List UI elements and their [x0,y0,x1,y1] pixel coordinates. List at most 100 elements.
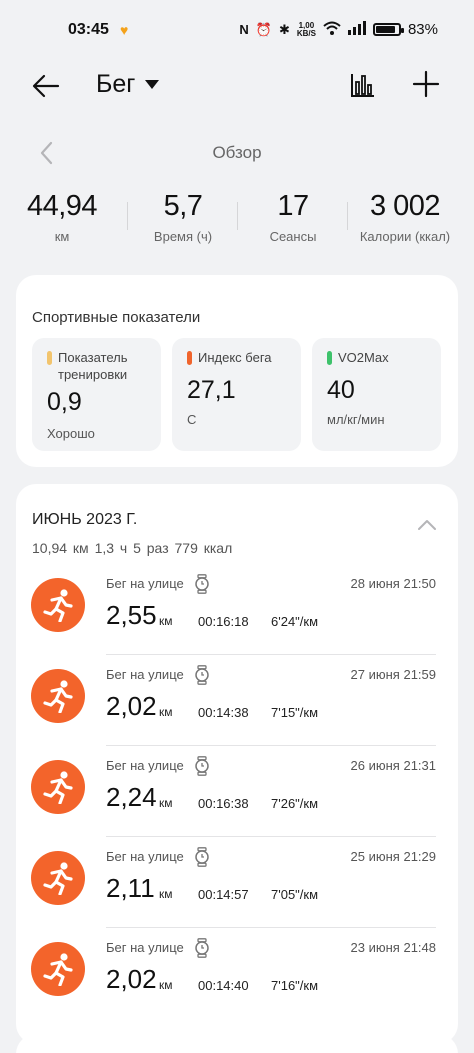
health-app-icon: ♥ [120,22,129,38]
activity-distance-unit: км [159,614,173,628]
activity-distance-unit: км [159,796,173,810]
activity-row[interactable]: Бег на улице 26 июня 21:31 2,24 км 00:16… [16,746,458,837]
battery-icon [372,23,404,36]
activity-type: Бег на улице [106,940,184,955]
activity-pace: 7'15"/км [271,705,319,720]
summary-stats: 44,94 км 5,7 Время (ч) 17 Сеансы 3 002 К… [0,190,474,250]
metric-label: VO2Max [338,350,389,365]
activity-distance: 2,02 [106,964,157,994]
activity-type: Бег на улице [106,849,184,864]
stat-calories: 3 002 Калории (ккал) [352,190,458,244]
plus-icon [412,70,440,98]
status-bar: 03:45 ♥ N ⏰ ✱ 1,00 KB/S 83% [0,0,474,62]
metric-value: 27,1 [187,376,236,404]
sport-metrics-title: Спортивные показатели [32,309,201,326]
sport-metrics-card: Спортивные показатели Показатель трениро… [16,275,458,467]
metric-running-index[interactable]: Индекс бега 27,1 С [172,338,301,451]
stat-value: 44,94 [26,190,98,222]
activity-row[interactable]: Бег на улице 28 июня 21:50 2,55 км 00:16… [16,564,458,655]
metric-sub: С [187,412,197,427]
running-icon [31,669,85,723]
back-arrow-icon [32,74,60,98]
running-icon [31,851,85,905]
alarm-icon: ⏰ [255,21,272,37]
activity-pace: 7'16"/км [271,978,319,993]
stat-divider [237,202,238,230]
month-activities-card: ИЮНЬ 2023 Г. 10,94 км 1,3 ч 5 раз 779 кк… [16,484,458,1044]
metric-value: 0,9 [47,388,82,416]
stat-value: 17 [277,190,309,222]
activity-pace: 6'24"/км [271,614,319,629]
metric-label: Индекс бега [198,350,272,365]
metric-label: Показатель тренировки [58,350,128,382]
statistics-button[interactable] [348,70,378,100]
activity-pace: 7'26"/км [271,796,319,811]
activity-distance-unit: км [159,978,173,992]
status-time: 03:45 [68,21,109,38]
app-header: Бег [0,62,474,110]
add-button[interactable] [410,68,442,100]
activity-type: Бег на улице [106,758,184,773]
metric-color-dot [327,351,332,365]
activity-distance: 2,55 [106,600,157,630]
stat-label: Время (ч) [153,229,213,244]
network-speed-unit: KB/S [296,28,316,38]
watch-icon [194,847,210,867]
bluetooth-icon: ✱ [278,21,290,37]
stat-sessions: 17 Сеансы [250,190,336,244]
overview-nav: Обзор [0,138,474,168]
stat-label: Калории (ккал) [359,229,451,244]
watch-icon [194,574,210,594]
back-button[interactable] [30,70,62,102]
activity-row[interactable]: Бег на улице 27 июня 21:59 2,02 км 00:14… [16,655,458,746]
chevron-down-icon [145,80,160,89]
activity-type: Бег на улице [106,576,184,591]
running-icon [31,578,85,632]
activity-distance-unit: км [159,705,173,719]
metric-value: 40 [327,376,355,404]
status-icons: N ⏰ ✱ 1,00 KB/S 83% [239,21,438,38]
activity-duration: 00:14:38 [198,705,249,720]
activity-row[interactable]: Бег на улице 23 июня 21:48 2,02 км 00:14… [16,928,458,1019]
month-title: ИЮНЬ 2023 Г. [32,511,138,528]
activity-date: 28 июня 21:50 [350,576,436,591]
stat-divider [127,202,128,230]
activity-date: 27 июня 21:59 [350,667,436,682]
activity-duration: 00:14:57 [198,887,249,902]
bar-chart-icon [351,74,374,97]
activity-duration: 00:16:18 [198,614,249,629]
collapse-month-button[interactable] [418,518,436,530]
activity-duration: 00:14:40 [198,978,249,993]
nfc-icon: N [239,22,249,37]
chevron-up-icon [418,520,436,530]
activity-date: 25 июня 21:29 [350,849,436,864]
metric-color-dot [47,351,52,365]
stat-label: Сеансы [269,229,317,244]
metric-sub: мл/кг/мин [327,412,385,427]
running-icon [31,760,85,814]
activity-duration: 00:16:38 [198,796,249,811]
running-icon [31,942,85,996]
wifi-icon [323,21,341,38]
watch-icon [194,665,210,685]
battery-percent: 83% [407,21,438,38]
metric-color-dot [187,351,192,365]
next-card [16,1034,458,1053]
metric-training-score[interactable]: Показатель тренировки 0,9 Хорошо [32,338,161,451]
activity-type: Бег на улице [106,667,184,682]
activity-date: 26 июня 21:31 [350,758,436,773]
activity-row[interactable]: Бег на улице 25 июня 21:29 2,11 км 00:14… [16,837,458,928]
metric-vo2max[interactable]: VO2Max 40 мл/кг/мин [312,338,441,451]
activity-date: 23 июня 21:48 [350,940,436,955]
watch-icon [194,756,210,776]
signal-icon [347,21,366,38]
network-speed: 1,00 KB/S [296,21,316,38]
stat-value: 5,7 [163,190,203,222]
stat-time: 5,7 Время (ч) [140,190,226,244]
activity-distance-unit: км [159,887,173,901]
overview-title: Обзор [212,143,262,162]
activity-distance: 2,11 [106,873,155,903]
sport-type-selector[interactable]: Бег [96,70,160,99]
stat-divider [347,202,348,230]
activity-pace: 7'05"/км [271,887,319,902]
